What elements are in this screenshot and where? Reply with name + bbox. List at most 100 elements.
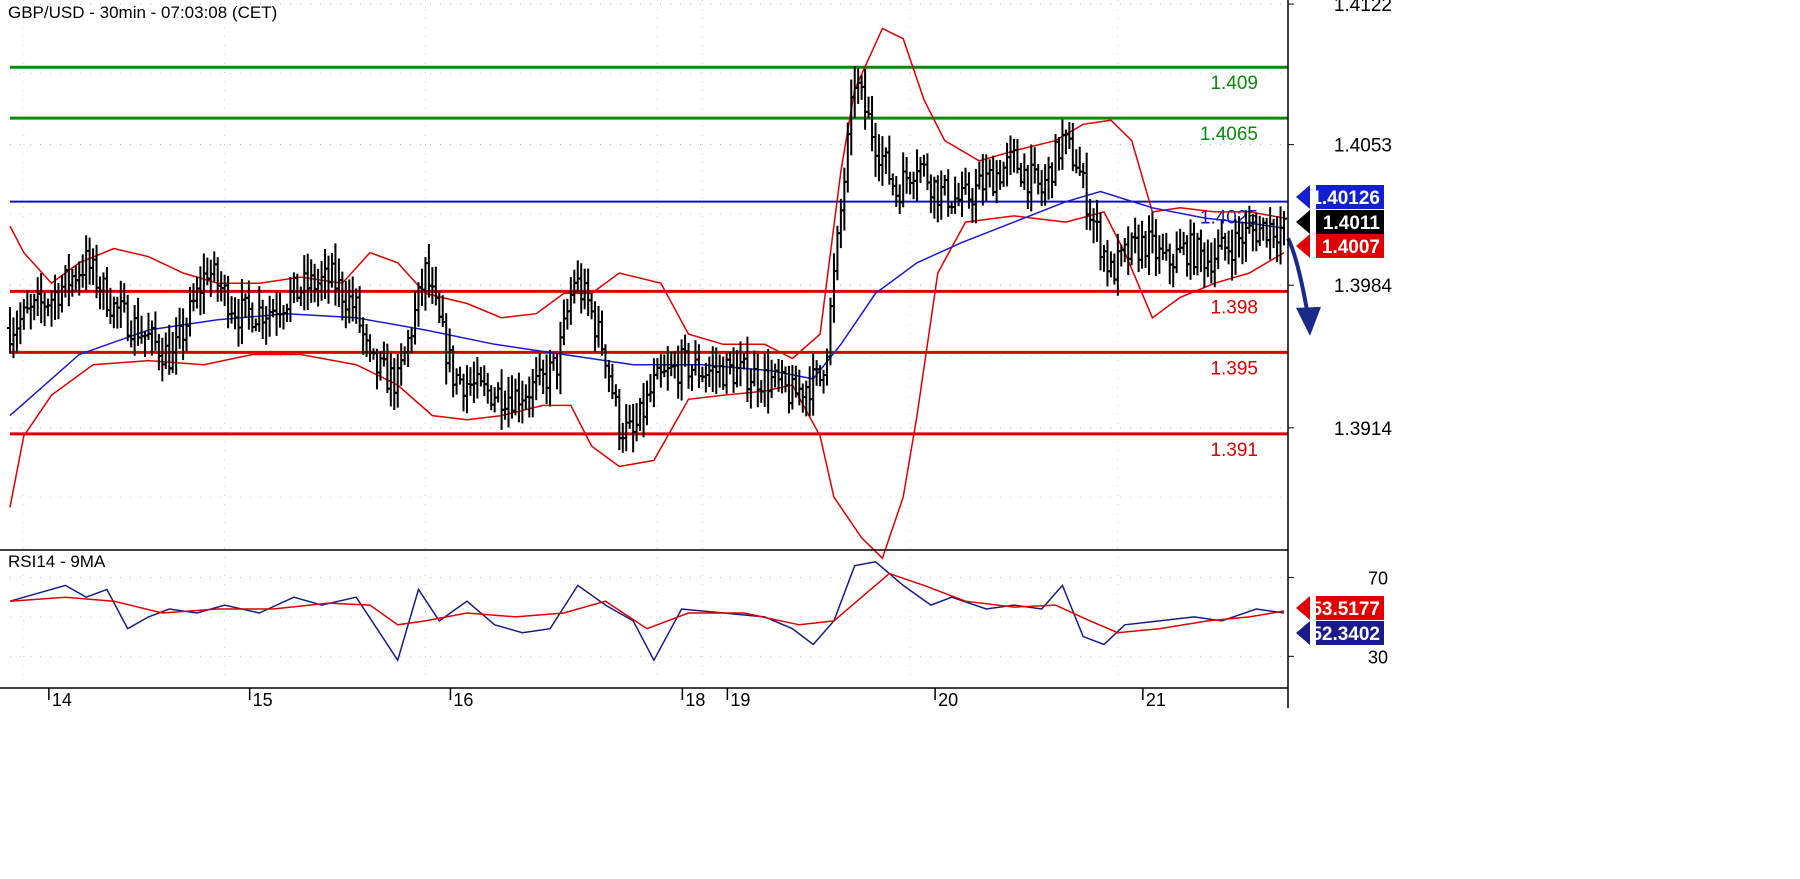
- price-bar: [924, 153, 931, 191]
- price-bar: [623, 404, 630, 452]
- price-bar: [214, 257, 221, 302]
- price-bar: [128, 320, 135, 348]
- price-bar: [803, 380, 810, 417]
- price-bar: [945, 169, 952, 217]
- x-tick-label: 14: [52, 690, 72, 710]
- price-bar: [969, 188, 976, 223]
- price-bar: [529, 368, 536, 418]
- price-bar: [166, 324, 173, 375]
- level-label: 1.391: [1210, 440, 1258, 461]
- price-bar: [79, 254, 86, 288]
- price-bar: [138, 315, 145, 344]
- price-bar: [145, 312, 152, 340]
- price-bar: [495, 382, 502, 403]
- forecast-arrow-head: [1296, 306, 1321, 336]
- rsi-tick-label: 30: [1368, 647, 1388, 667]
- price-bar: [1156, 235, 1163, 274]
- price-bar: [55, 283, 62, 320]
- price-bar: [699, 366, 706, 383]
- price-bar: [148, 320, 155, 356]
- price-bar: [117, 280, 124, 328]
- price-badge-last-pointer: [1296, 210, 1310, 234]
- price-bar: [380, 341, 387, 367]
- chart-area: 1.409 1.4065 1.4025 1.398 1.395 1.391 1.4122 1…: [0, 0, 1800, 874]
- price-bar: [581, 268, 588, 310]
- price-bar: [972, 168, 979, 224]
- price-bar: [879, 136, 886, 186]
- rsi-badge-value-pointer: [1296, 621, 1310, 645]
- price-bar: [512, 378, 519, 416]
- price-bar: [453, 368, 460, 395]
- price-bar: [287, 277, 294, 323]
- price-bar: [13, 310, 20, 353]
- price-bar: [83, 235, 90, 291]
- price-bar: [869, 95, 876, 152]
- price-bar: [135, 297, 142, 346]
- price-bar: [1107, 251, 1114, 278]
- price-bar: [983, 154, 990, 201]
- price-bar: [65, 253, 72, 307]
- price-bar: [187, 286, 194, 337]
- price-bar: [1270, 218, 1277, 249]
- price-bar: [1104, 240, 1111, 287]
- price-bar: [24, 290, 31, 314]
- price-bar: [339, 271, 346, 321]
- candles: [7, 66, 1287, 453]
- price-bar: [820, 369, 827, 394]
- level-label: 1.398: [1210, 297, 1258, 318]
- price-badge-band-pointer: [1296, 234, 1310, 258]
- price-bar: [360, 317, 367, 355]
- price-bar: [934, 175, 941, 223]
- price-bar: [342, 280, 349, 329]
- price-bar: [519, 380, 526, 424]
- price-bar: [547, 349, 554, 407]
- price-bar: [373, 348, 380, 390]
- price-bar: [844, 122, 851, 193]
- x-tick-label: 21: [1146, 690, 1166, 710]
- price-bar: [917, 157, 924, 183]
- price-bar: [1263, 217, 1270, 248]
- price-bar: [1031, 147, 1038, 184]
- price-bar: [716, 354, 723, 388]
- price-bar: [1170, 253, 1177, 288]
- price-bar: [277, 292, 284, 328]
- price-bar: [626, 404, 633, 429]
- price-bar: [515, 372, 522, 423]
- price-bar: [48, 290, 55, 327]
- price-bar: [1215, 229, 1222, 270]
- price-bar: [567, 277, 574, 325]
- price-bar: [657, 354, 664, 388]
- price-bar: [886, 135, 893, 185]
- price-bar: [58, 274, 65, 313]
- price-bar: [1211, 238, 1218, 288]
- price-bar: [498, 369, 505, 430]
- price-bar: [1204, 239, 1211, 278]
- price-bar: [754, 353, 761, 408]
- rsi-badge-ma-text: 53.5177: [1311, 599, 1380, 620]
- price-bar: [730, 347, 737, 393]
- price-bar: [1145, 215, 1152, 276]
- price-bar: [782, 366, 789, 393]
- price-bar: [557, 321, 564, 395]
- price-bar: [301, 255, 308, 311]
- price-bar: [27, 294, 34, 330]
- price-bar: [550, 353, 557, 371]
- price-bar: [432, 266, 439, 306]
- price-bar: [315, 268, 322, 307]
- price-bar: [910, 171, 917, 200]
- price-bar: [311, 263, 318, 303]
- price-bar: [259, 299, 266, 339]
- price-bar: [491, 387, 498, 413]
- price-bar: [304, 253, 311, 311]
- price-bar: [785, 365, 792, 414]
- price-bar: [474, 356, 481, 399]
- price-bar: [488, 385, 495, 411]
- price-bar: [211, 251, 218, 282]
- price-bar: [1163, 232, 1170, 261]
- price-bar: [1066, 122, 1073, 149]
- price-badge-band-text: 1.4007: [1322, 237, 1380, 258]
- price-bar: [422, 257, 429, 311]
- price-bar: [1038, 170, 1045, 206]
- price-bar: [1083, 152, 1090, 230]
- price-bar: [1149, 211, 1156, 254]
